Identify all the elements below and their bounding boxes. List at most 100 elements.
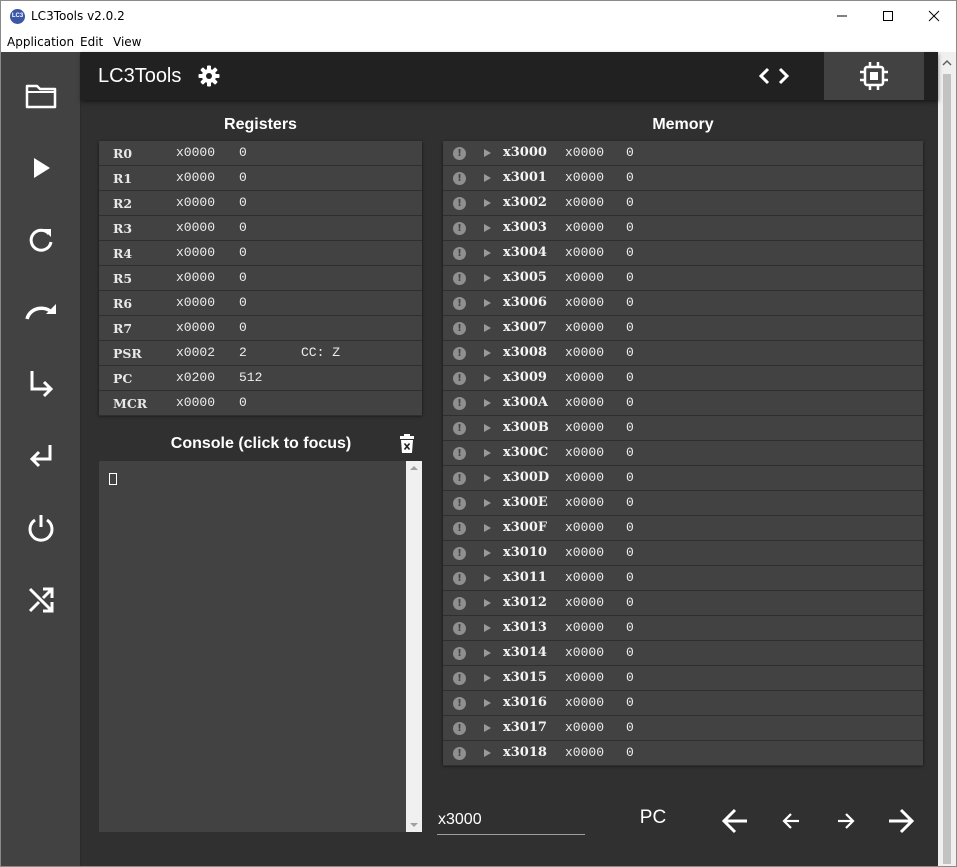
memory-row[interactable]: ! x3003 x0000 0 (443, 216, 923, 241)
editor-tab[interactable] (754, 64, 794, 88)
step-out-button[interactable] (21, 436, 61, 476)
breakpoint-icon[interactable]: ! (453, 422, 466, 435)
pc-marker-icon[interactable] (484, 374, 491, 382)
memory-dec-value[interactable]: 0 (626, 370, 634, 385)
memory-hex-value[interactable]: x0000 (565, 245, 604, 260)
breakpoint-icon[interactable]: ! (453, 322, 466, 335)
pc-marker-icon[interactable] (484, 149, 491, 157)
breakpoint-icon[interactable]: ! (453, 547, 466, 560)
memory-dec-value[interactable]: 0 (626, 670, 634, 685)
memory-row[interactable]: ! x300A x0000 0 (443, 391, 923, 416)
reload-button[interactable] (21, 220, 61, 260)
memory-hex-value[interactable]: x0000 (565, 145, 604, 160)
register-dec-value[interactable]: 0 (239, 395, 247, 410)
memory-row[interactable]: ! x300B x0000 0 (443, 416, 923, 441)
menu-application[interactable]: Application (7, 35, 74, 49)
memory-row[interactable]: ! x3010 x0000 0 (443, 541, 923, 566)
register-row[interactable]: R1 x0000 0 (99, 166, 422, 191)
pc-marker-icon[interactable] (484, 399, 491, 407)
memory-dec-value[interactable]: 0 (626, 220, 634, 235)
memory-dec-value[interactable]: 0 (626, 470, 634, 485)
breakpoint-icon[interactable]: ! (453, 522, 466, 535)
memory-dec-value[interactable]: 0 (626, 745, 634, 760)
register-row[interactable]: R3 x0000 0 (99, 216, 422, 241)
register-dec-value[interactable]: 0 (239, 220, 247, 235)
memory-hex-value[interactable]: x0000 (565, 545, 604, 560)
memory-hex-value[interactable]: x0000 (565, 470, 604, 485)
register-dec-value[interactable]: 512 (239, 370, 262, 385)
memory-row[interactable]: ! x3006 x0000 0 (443, 291, 923, 316)
register-hex-value[interactable]: x0000 (176, 295, 215, 310)
register-hex-value[interactable]: x0000 (176, 195, 215, 210)
step-in-button[interactable] (21, 364, 61, 404)
register-row[interactable]: PSR x0002 2 CC: Z (99, 341, 422, 366)
memory-row[interactable]: ! x3014 x0000 0 (443, 641, 923, 666)
breakpoint-icon[interactable]: ! (453, 197, 466, 210)
menu-edit[interactable]: Edit (80, 35, 103, 49)
memory-dec-value[interactable]: 0 (626, 320, 634, 335)
breakpoint-icon[interactable]: ! (453, 722, 466, 735)
memory-row[interactable]: ! x3013 x0000 0 (443, 616, 923, 641)
pc-marker-icon[interactable] (484, 474, 491, 482)
pc-marker-icon[interactable] (484, 599, 491, 607)
memory-dec-value[interactable]: 0 (626, 145, 634, 160)
memory-dec-value[interactable]: 0 (626, 395, 634, 410)
open-file-button[interactable] (21, 76, 61, 116)
minimize-button[interactable] (819, 1, 865, 31)
memory-row[interactable]: ! x3002 x0000 0 (443, 191, 923, 216)
breakpoint-icon[interactable]: ! (453, 297, 466, 310)
breakpoint-icon[interactable]: ! (453, 222, 466, 235)
step-back-button[interactable] (771, 803, 811, 839)
memory-hex-value[interactable]: x0000 (565, 695, 604, 710)
memory-hex-value[interactable]: x0000 (565, 345, 604, 360)
memory-row[interactable]: ! x3005 x0000 0 (443, 266, 923, 291)
memory-dec-value[interactable]: 0 (626, 170, 634, 185)
memory-row[interactable]: ! x300F x0000 0 (443, 516, 923, 541)
step-over-button[interactable] (21, 292, 61, 332)
menu-view[interactable]: View (113, 35, 141, 49)
memory-dec-value[interactable]: 0 (626, 695, 634, 710)
pc-marker-icon[interactable] (484, 549, 491, 557)
register-hex-value[interactable]: x0000 (176, 170, 215, 185)
breakpoint-icon[interactable]: ! (453, 447, 466, 460)
register-dec-value[interactable]: 0 (239, 170, 247, 185)
register-row[interactable]: R2 x0000 0 (99, 191, 422, 216)
pc-marker-icon[interactable] (484, 199, 491, 207)
breakpoint-icon[interactable]: ! (453, 647, 466, 660)
run-button[interactable] (21, 148, 61, 188)
memory-row[interactable]: ! x3011 x0000 0 (443, 566, 923, 591)
register-hex-value[interactable]: x0000 (176, 395, 215, 410)
register-dec-value[interactable]: 0 (239, 145, 247, 160)
pc-marker-icon[interactable] (484, 724, 491, 732)
pc-marker-icon[interactable] (484, 174, 491, 182)
clear-console-button[interactable] (398, 434, 416, 454)
pc-marker-icon[interactable] (484, 499, 491, 507)
register-hex-value[interactable]: x0000 (176, 145, 215, 160)
page-back-button[interactable] (715, 803, 755, 839)
page-forward-button[interactable] (881, 803, 921, 839)
breakpoint-icon[interactable]: ! (453, 147, 466, 160)
memory-hex-value[interactable]: x0000 (565, 495, 604, 510)
pc-marker-icon[interactable] (484, 424, 491, 432)
step-forward-button[interactable] (826, 803, 866, 839)
pc-marker-icon[interactable] (484, 449, 491, 457)
pc-marker-icon[interactable] (484, 624, 491, 632)
memory-dec-value[interactable]: 0 (626, 245, 634, 260)
memory-dec-value[interactable]: 0 (626, 620, 634, 635)
breakpoint-icon[interactable]: ! (453, 347, 466, 360)
breakpoint-icon[interactable]: ! (453, 672, 466, 685)
scrollbar-thumb[interactable] (943, 74, 951, 864)
memory-row[interactable]: ! x3018 x0000 0 (443, 741, 923, 766)
breakpoint-icon[interactable]: ! (453, 397, 466, 410)
memory-hex-value[interactable]: x0000 (565, 570, 604, 585)
memory-dec-value[interactable]: 0 (626, 720, 634, 735)
register-dec-value[interactable]: 0 (239, 295, 247, 310)
memory-dec-value[interactable]: 0 (626, 520, 634, 535)
memory-hex-value[interactable]: x0000 (565, 320, 604, 335)
memory-dec-value[interactable]: 0 (626, 595, 634, 610)
simulator-tab[interactable] (824, 52, 924, 100)
pc-marker-icon[interactable] (484, 699, 491, 707)
memory-dec-value[interactable]: 0 (626, 345, 634, 360)
memory-hex-value[interactable]: x0000 (565, 420, 604, 435)
memory-dec-value[interactable]: 0 (626, 195, 634, 210)
